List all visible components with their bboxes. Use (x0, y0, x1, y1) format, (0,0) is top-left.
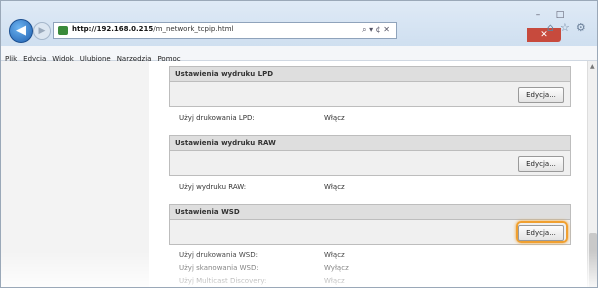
home-favorites-tools-icons[interactable]: ⌂☆⚙ (547, 21, 592, 34)
forward-arrow-icon[interactable]: ▶ (33, 22, 51, 40)
url-text: http://192.168.0.215/m_network_tcpip.htm… (72, 25, 234, 33)
setting-label: Użyj wydruku RAW: (179, 183, 247, 191)
settings-row: Użyj drukowania WSD: Włącz (179, 251, 345, 259)
lpd-settings-section: Ustawienia wydruku LPD Edycja... (169, 66, 571, 107)
wsd-settings-section: Ustawienia WSD Edycja... (169, 204, 571, 245)
raw-edit-button[interactable]: Edycja... (518, 156, 564, 172)
lpd-edit-button[interactable]: Edycja... (518, 87, 564, 103)
setting-label: Użyj drukowania WSD: (179, 251, 258, 259)
back-arrow-icon[interactable]: ◀ (9, 19, 33, 43)
settings-row: Użyj skanowania WSD: Wyłącz (179, 264, 349, 272)
section-title: Ustawienia WSD (169, 204, 571, 220)
search-refresh-icons[interactable]: ⌕ ▾ ¢ ✕ (362, 25, 390, 35)
wsd-edit-button[interactable]: Edycja... (518, 225, 564, 241)
settings-row: Użyj Multicast Discovery: Włącz (179, 277, 345, 285)
settings-row: Użyj drukowania LPD: Włącz (179, 114, 345, 122)
setting-label: Użyj Multicast Discovery: (179, 277, 267, 285)
minimize-button[interactable]: – (527, 8, 549, 22)
setting-label: Użyj drukowania LPD: (179, 114, 255, 122)
section-title: Ustawienia wydruku RAW (169, 135, 571, 151)
setting-value: Wyłącz (324, 264, 349, 272)
section-toolbar: Edycja... (169, 220, 571, 245)
setting-value: Włącz (324, 114, 345, 122)
menu-bar: Plik Edycja Widok Ulubione Narzędzia Pomoc (1, 46, 597, 63)
address-bar[interactable]: http://192.168.0.215/m_network_tcpip.htm… (53, 22, 397, 39)
scrollbar-thumb[interactable] (589, 233, 597, 287)
browser-window: – □✕ ◀ ▶ http://192.168.0.215/m_network_t… (0, 0, 598, 288)
left-navigation-pane (1, 61, 149, 287)
url-host: http://192.168.0.215 (72, 25, 154, 33)
settings-row: Użyj wydruku RAW: Włącz (179, 183, 345, 191)
title-bar: – □✕ ◀ ▶ http://192.168.0.215/m_network_t… (1, 1, 597, 46)
page-favicon-icon (58, 26, 68, 35)
maximize-button[interactable]: □ (549, 8, 571, 22)
section-toolbar: Edycja... (169, 151, 571, 176)
scroll-up-arrow-icon[interactable]: ▲ (590, 63, 595, 70)
setting-label: Użyj skanowania WSD: (179, 264, 259, 272)
window-controls: – □✕ (527, 2, 597, 42)
section-toolbar: Edycja... (169, 82, 571, 107)
setting-value: Włącz (324, 251, 345, 259)
setting-value: Włącz (324, 277, 345, 285)
vertical-scrollbar[interactable]: ▲ (587, 61, 597, 287)
section-title: Ustawienia wydruku LPD (169, 66, 571, 82)
settings-content: Ustawienia wydruku LPD Edycja... Użyj dr… (159, 61, 585, 287)
setting-value: Włącz (324, 183, 345, 191)
raw-settings-section: Ustawienia wydruku RAW Edycja... (169, 135, 571, 176)
url-path: /m_network_tcpip.html (153, 25, 234, 33)
